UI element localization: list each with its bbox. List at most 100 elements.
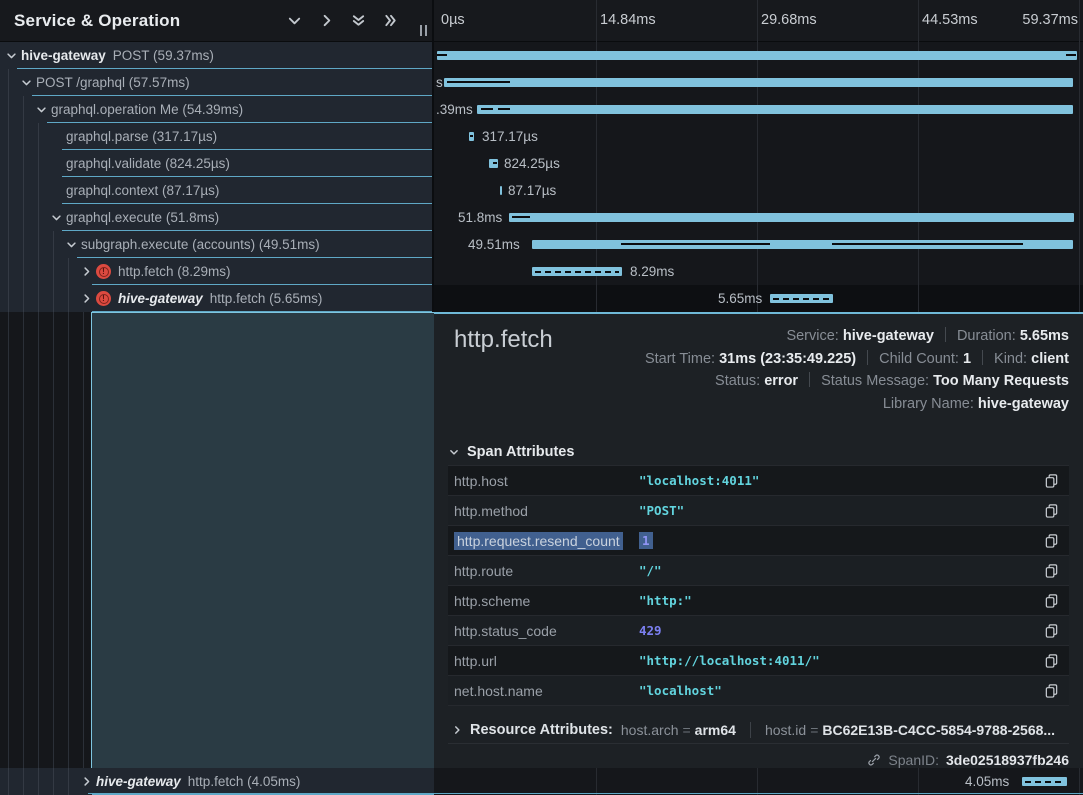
attribute-value: "http:" bbox=[639, 593, 1039, 608]
chevron-down-icon[interactable] bbox=[36, 104, 51, 115]
operation-name: POST /graphql (57.57ms) bbox=[36, 75, 190, 90]
span-duration-label: 51.8ms bbox=[458, 204, 502, 231]
attribute-value: 429 bbox=[639, 623, 1039, 638]
span-bar[interactable] bbox=[1022, 777, 1067, 786]
span-bar[interactable] bbox=[770, 294, 833, 303]
operation-name: graphql.parse (317.17µs) bbox=[66, 129, 217, 144]
tree-row[interactable]: ! http.fetch (8.29ms) bbox=[0, 258, 432, 285]
attribute-row: http.request.resend_count 1 bbox=[448, 526, 1069, 556]
chevron-down-icon[interactable] bbox=[21, 77, 36, 88]
span-duration-label: 317.17µs bbox=[482, 123, 538, 150]
timeline-row: 824.25µs bbox=[434, 150, 1083, 177]
copy-icon[interactable] bbox=[1039, 473, 1059, 488]
attribute-value: "POST" bbox=[639, 503, 1039, 518]
tree-row[interactable]: hive-gateway POST (59.37ms) bbox=[0, 42, 432, 69]
span-id-row: SpanID: 3de02518937fb246 bbox=[867, 752, 1069, 768]
span-attributes-table: http.host "localhost:4011" http.method "… bbox=[448, 465, 1069, 706]
timeline-row: 51.8ms bbox=[434, 204, 1083, 231]
start-time-value: 31ms (23:35:49.225) bbox=[719, 351, 856, 367]
collapse-all-icon[interactable] bbox=[351, 13, 366, 28]
chevron-right-icon[interactable] bbox=[81, 776, 96, 787]
chevron-down-icon bbox=[449, 447, 459, 457]
copy-icon[interactable] bbox=[1039, 503, 1059, 518]
span-duration-label: 4.05ms bbox=[965, 768, 1009, 795]
copy-icon[interactable] bbox=[1039, 563, 1059, 578]
resource-attributes-row[interactable]: Resource Attributes: host.arch=arm64 hos… bbox=[448, 716, 1069, 744]
child-count-value: 1 bbox=[963, 351, 971, 367]
library-name-value: hive-gateway bbox=[978, 396, 1069, 412]
copy-icon[interactable] bbox=[1039, 653, 1059, 668]
operation-name: graphql.validate (824.25µs) bbox=[66, 156, 230, 171]
span-bar[interactable] bbox=[509, 213, 1074, 222]
meta-line: Library Name: hive-gateway bbox=[645, 393, 1069, 416]
span-bar[interactable] bbox=[477, 105, 1073, 114]
attribute-key: net.host.name bbox=[454, 683, 639, 699]
tree-title: Service & Operation bbox=[14, 11, 287, 31]
chevron-right-icon[interactable] bbox=[81, 266, 96, 277]
chevron-right-icon[interactable] bbox=[81, 293, 96, 304]
timeline-row: 87.17µs bbox=[434, 177, 1083, 204]
span-bar[interactable] bbox=[469, 132, 474, 141]
chevron-down-icon[interactable] bbox=[66, 239, 81, 250]
status-message-value: Too Many Requests bbox=[933, 373, 1069, 389]
tree-row[interactable]: graphql.parse (317.17µs) bbox=[0, 123, 432, 150]
tick-label: 0µs bbox=[441, 12, 465, 28]
span-bar[interactable] bbox=[444, 78, 1073, 87]
chevron-down-icon[interactable] bbox=[6, 50, 21, 61]
copy-icon[interactable] bbox=[1039, 593, 1059, 608]
span-attributes-title: Span Attributes bbox=[467, 444, 574, 460]
collapse-one-icon[interactable] bbox=[287, 13, 302, 28]
tree-row[interactable]: graphql.execute (51.8ms) bbox=[0, 204, 432, 231]
attribute-row: http.status_code 429 bbox=[448, 616, 1069, 646]
tree-row[interactable]: subgraph.execute (accounts) (49.51ms) bbox=[0, 231, 432, 258]
span-tree-panel: Service & Operation hive-gateway POST (5… bbox=[0, 0, 434, 795]
tree-row-selected[interactable]: ! hive-gateway http.fetch (5.65ms) bbox=[0, 285, 432, 312]
expand-all-icon[interactable] bbox=[383, 13, 398, 28]
timeline-row: 49.51ms bbox=[434, 231, 1083, 258]
bottom-row-underline bbox=[88, 793, 1083, 794]
copy-icon[interactable] bbox=[1039, 623, 1059, 638]
kind-label: Kind: bbox=[994, 351, 1027, 367]
span-duration-label: s bbox=[436, 69, 443, 96]
status-message-label: Status Message: bbox=[821, 373, 929, 389]
timeline-row: 8.29ms bbox=[434, 258, 1083, 285]
operation-name: http.fetch (8.29ms) bbox=[118, 264, 231, 279]
span-duration-label: 824.25µs bbox=[504, 150, 560, 177]
error-icon: ! bbox=[96, 291, 111, 306]
span-bar[interactable] bbox=[500, 186, 502, 195]
tree-row[interactable]: POST /graphql (57.57ms) bbox=[0, 69, 432, 96]
span-bar[interactable] bbox=[489, 159, 498, 168]
error-icon: ! bbox=[96, 264, 111, 279]
operation-name: http.fetch (5.65ms) bbox=[210, 291, 323, 306]
attribute-key: http.url bbox=[454, 653, 639, 669]
span-detail-meta: Service: hive-gatewayDuration: 5.65ms St… bbox=[645, 325, 1069, 415]
span-attributes-header[interactable]: Span Attributes bbox=[449, 444, 574, 460]
operation-name: POST (59.37ms) bbox=[113, 48, 214, 63]
timeline-row: 317.17µs bbox=[434, 123, 1083, 150]
tree-row[interactable]: hive-gateway http.fetch (4.05ms) bbox=[0, 768, 434, 795]
span-bar[interactable] bbox=[532, 267, 622, 276]
span-detail-title: http.fetch bbox=[454, 326, 553, 354]
status-label: Status: bbox=[715, 373, 760, 389]
span-bar[interactable] bbox=[532, 240, 1073, 249]
span-detail-panel: http.fetch Service: hive-gatewayDuration… bbox=[434, 312, 1083, 768]
link-icon[interactable] bbox=[867, 753, 881, 767]
chevron-down-icon[interactable] bbox=[51, 212, 66, 223]
span-bar[interactable] bbox=[437, 51, 1077, 60]
tick-label: 14.84ms bbox=[600, 12, 656, 28]
span-duration-label: 49.51ms bbox=[468, 231, 520, 258]
tree-row[interactable]: graphql.validate (824.25µs) bbox=[0, 150, 432, 177]
tick-label: 59.37ms bbox=[1022, 12, 1078, 28]
operation-name: graphql.operation Me (54.39ms) bbox=[51, 102, 243, 117]
copy-icon[interactable] bbox=[1039, 683, 1059, 698]
attribute-value: "/" bbox=[639, 563, 1039, 578]
tree-row[interactable]: graphql.operation Me (54.39ms) bbox=[0, 96, 432, 123]
tree-row[interactable]: graphql.context (87.17µs) bbox=[0, 177, 432, 204]
duration-value: 5.65ms bbox=[1020, 328, 1069, 344]
attribute-key: http.scheme bbox=[454, 593, 639, 609]
attribute-value: "localhost" bbox=[639, 683, 1039, 698]
panel-resize-handle[interactable] bbox=[420, 25, 427, 36]
meta-line: Start Time: 31ms (23:35:49.225)Child Cou… bbox=[645, 348, 1069, 371]
expand-one-icon[interactable] bbox=[319, 13, 334, 28]
copy-icon[interactable] bbox=[1039, 533, 1059, 548]
